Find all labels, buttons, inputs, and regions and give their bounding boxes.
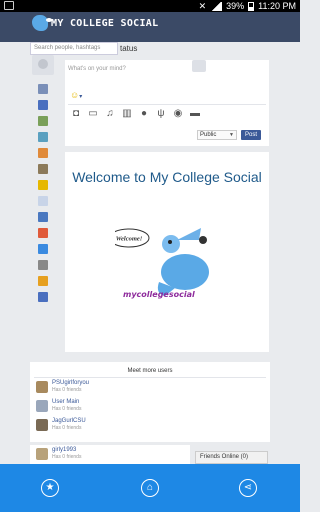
pages-icon[interactable] xyxy=(38,244,48,254)
calendar-icon[interactable] xyxy=(38,228,48,238)
avatar[interactable] xyxy=(32,55,54,75)
user-name[interactable]: User Main xyxy=(52,399,79,405)
avatar xyxy=(36,419,48,431)
avatar xyxy=(36,448,48,460)
avatar xyxy=(36,381,48,393)
friend-count: Has 0 friends xyxy=(52,406,82,412)
clock: 11:20 PM xyxy=(258,1,296,11)
bottom-nav-bar: ★ ⌂ ⋖ xyxy=(0,464,300,512)
favorites-icon[interactable] xyxy=(38,180,48,190)
gamepad-icon[interactable]: ▬ xyxy=(190,108,200,120)
video-icon[interactable]: ▭ xyxy=(88,108,98,120)
close-icon[interactable] xyxy=(38,292,48,302)
status-bar: ✕ 39% 11:20 PM xyxy=(0,0,300,12)
chevron-down-icon: ▼ xyxy=(229,132,234,138)
friends-online-button[interactable]: Friends Online (0) xyxy=(195,451,268,464)
messages-icon[interactable] xyxy=(38,196,48,206)
friend-count: Has 0 friends xyxy=(52,454,82,460)
list-item[interactable]: User Main Has 0 friends xyxy=(36,399,186,413)
media-icon[interactable] xyxy=(38,116,48,126)
list-item[interactable]: PSUgirlforyou Has 0 friends xyxy=(36,380,186,394)
friend-count: Has 0 friends xyxy=(52,387,82,393)
signal-icon xyxy=(210,1,223,11)
games-icon[interactable] xyxy=(38,164,48,174)
app-logo[interactable]: MY COLLEGE SOCIAL xyxy=(32,15,158,31)
film-icon[interactable]: ◉ xyxy=(173,108,183,120)
announcements-icon[interactable] xyxy=(38,260,48,270)
divider xyxy=(34,377,266,378)
divider xyxy=(68,104,266,105)
chevron-down-icon: ▾ xyxy=(79,94,83,100)
composer-avatar xyxy=(192,60,206,72)
mute-icon: ✕ xyxy=(198,0,207,11)
edit-icon[interactable] xyxy=(38,100,48,110)
user-name[interactable]: girly1993 xyxy=(52,447,76,453)
music-icon[interactable]: ♫ xyxy=(105,108,115,120)
friends-online-label: Friends Online (0) xyxy=(200,454,249,460)
news-feed-icon[interactable] xyxy=(38,84,48,94)
status-input[interactable]: What's on your mind? xyxy=(68,66,126,72)
home-icon[interactable]: ⌂ xyxy=(141,479,159,497)
suggested-users-heading: Meet more users xyxy=(127,368,173,374)
privacy-select[interactable]: Public ▼ xyxy=(197,130,237,140)
settings-icon[interactable] xyxy=(38,276,48,286)
gallery-notification-icon xyxy=(4,1,14,10)
avatar xyxy=(36,400,48,412)
app-title: MY COLLEGE SOCIAL xyxy=(51,17,159,29)
user-name[interactable]: JagGurlCSU xyxy=(52,418,86,424)
camera-icon[interactable]: ◘ xyxy=(71,108,81,120)
status-composer: What's on your mind? ☺▾ ◘ ▭ ♫ ▥ ● ψ ◉ ▬ … xyxy=(65,60,269,146)
friend-count: Has 0 friends xyxy=(52,425,82,431)
list-item[interactable]: JagGurlCSU Has 0 friends xyxy=(36,418,186,432)
emoji-picker[interactable]: ☺▾ xyxy=(70,90,82,100)
list-item[interactable]: girly1993 Has 0 friends xyxy=(36,447,186,461)
battery-percent: 39% xyxy=(226,1,245,11)
utensils-icon[interactable]: ψ xyxy=(156,108,166,120)
post-button[interactable]: Post xyxy=(241,130,261,140)
battery-icon xyxy=(248,1,255,11)
photos-icon[interactable] xyxy=(38,132,48,142)
bird-logo-icon xyxy=(32,15,52,31)
share-icon[interactable]: ⋖ xyxy=(239,479,257,497)
book-icon[interactable]: ▥ xyxy=(122,108,132,120)
location-icon[interactable]: ● xyxy=(139,108,149,120)
events-icon[interactable] xyxy=(38,148,48,158)
brand-wordmark: mycollegesocial xyxy=(123,290,195,299)
speech-bubble-text: Welcome! xyxy=(116,236,143,243)
suggested-users: Meet more users PSUgirlforyou Has 0 frie… xyxy=(30,362,270,442)
user-name[interactable]: PSUgirlforyou xyxy=(52,380,89,386)
sidebar xyxy=(38,84,50,308)
search-input[interactable]: Search people, hashtags xyxy=(30,42,118,55)
welcome-card: Welcome to My College Social Welcome! my… xyxy=(65,152,269,352)
privacy-value: Public xyxy=(200,132,217,138)
favorites-icon[interactable]: ★ xyxy=(41,479,59,497)
status-heading-fragment: tatus xyxy=(120,44,138,53)
suggested-users-continued: girly1993 Has 0 friends xyxy=(30,445,190,464)
welcome-heading: Welcome to My College Social xyxy=(72,169,262,185)
attachment-toolbar: ◘ ▭ ♫ ▥ ● ψ ◉ ▬ xyxy=(71,108,200,120)
groups-icon[interactable] xyxy=(38,212,48,222)
